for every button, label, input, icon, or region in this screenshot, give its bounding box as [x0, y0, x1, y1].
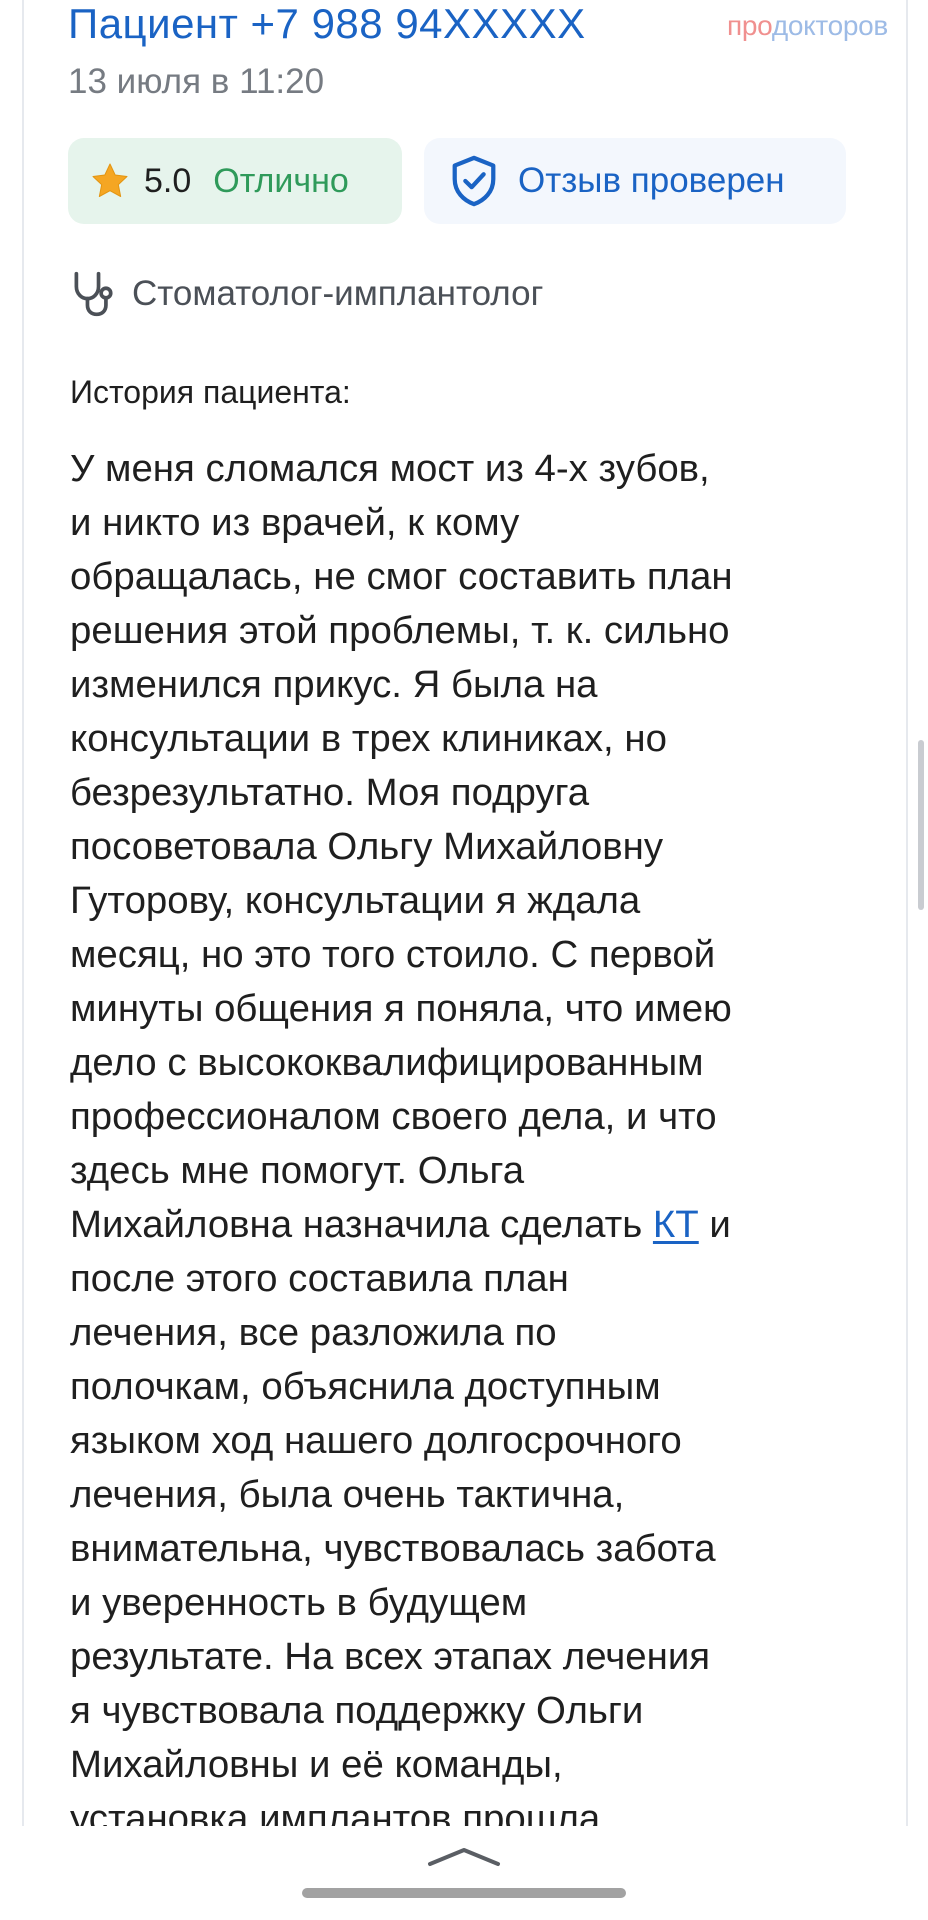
review-text-line: У меня сломался мост из 4-х зубов, [70, 447, 710, 490]
review-text-line: и уверенность в будущем [70, 1581, 528, 1624]
kt-link[interactable]: КТ [653, 1203, 699, 1246]
prodoktorov-logo[interactable]: продокторов [727, 10, 888, 42]
review-text-line: месяц, но это того стоило. С первой [70, 933, 716, 976]
stethoscope-icon [74, 271, 113, 317]
review-text-line: консультации в трех клиниках, но [70, 717, 667, 760]
review-text-line: обращалась, не смог составить план [70, 555, 733, 598]
review-text-line: Михайловны и её команды, [70, 1743, 563, 1786]
review-text-line: минуты общения я поняла, что имею [70, 987, 732, 1030]
shield-check-icon [452, 155, 496, 207]
review-text-line-with-link: Михайловна назначила сделать КТ и [70, 1198, 890, 1252]
review-text-line: лечения, была очень тактична, [70, 1473, 625, 1516]
brand-doc: докторов [771, 10, 888, 41]
review-text-line: дело с высококвалифицированным [70, 1041, 704, 1084]
star-icon [92, 163, 128, 197]
review-text-line: я чувствовала поддержку Ольги [70, 1689, 644, 1732]
review-text-line: после этого составила план [70, 1257, 569, 1300]
review-text-line: установка имплантов прошла [70, 1797, 601, 1826]
review-text-line: результате. На всех этапах лечения [70, 1635, 711, 1678]
home-indicator[interactable] [302, 1888, 626, 1898]
chevron-up-icon[interactable] [426, 1840, 502, 1870]
page-scrollbar[interactable] [918, 740, 924, 910]
review-text-line: полочкам, объяснила доступным [70, 1365, 661, 1408]
review-card: Пациент +7 988 94XXXXX продокторов 13 ию… [22, 0, 908, 1826]
rating-word: Отлично [213, 161, 349, 200]
review-text-line: лечения, все разложила по [70, 1311, 557, 1354]
review-header: Пациент +7 988 94XXXXX продокторов [68, 0, 888, 60]
verified-badge[interactable]: Отзыв проверен [424, 138, 846, 224]
review-text-line: и никто из врачей, к кому [70, 501, 520, 544]
rating-badge: 5.0 Отлично [68, 138, 402, 224]
rating-value: 5.0 [144, 161, 192, 200]
patient-name[interactable]: Пациент +7 988 94XXXXX [68, 0, 586, 48]
review-text: У меня сломался мост из 4-х зубов, и ник… [70, 442, 890, 1826]
link-line-before: Михайловна назначила сделать [70, 1203, 653, 1246]
review-text-line: решения этой проблемы, т. к. сильно [70, 609, 730, 652]
review-text-line: языком ход нашего долгосрочного [70, 1419, 682, 1462]
review-text-line: Гуторову, консультации я ждала [70, 879, 641, 922]
review-text-line: посоветовала Ольгу Михайловну [70, 825, 664, 868]
review-text-line: профессионалом своего дела, и что [70, 1095, 717, 1138]
link-line-after: и [698, 1203, 731, 1246]
verified-text: Отзыв проверен [518, 161, 785, 200]
review-text-line: изменился прикус. Я была на [70, 663, 598, 706]
brand-pro: про [727, 10, 772, 41]
review-text-line: здесь мне помогут. Ольга [70, 1149, 525, 1192]
specialty-row: Стоматолог-имплантолог [68, 270, 543, 318]
review-text-line: безрезультатно. Моя подруга [70, 771, 590, 814]
history-title: История пациента: [70, 374, 351, 410]
specialty-label: Стоматолог-имплантолог [132, 274, 544, 313]
review-date: 13 июля в 11:20 [68, 62, 325, 101]
review-text-line: внимательна, чувствовалась забота [70, 1527, 716, 1570]
